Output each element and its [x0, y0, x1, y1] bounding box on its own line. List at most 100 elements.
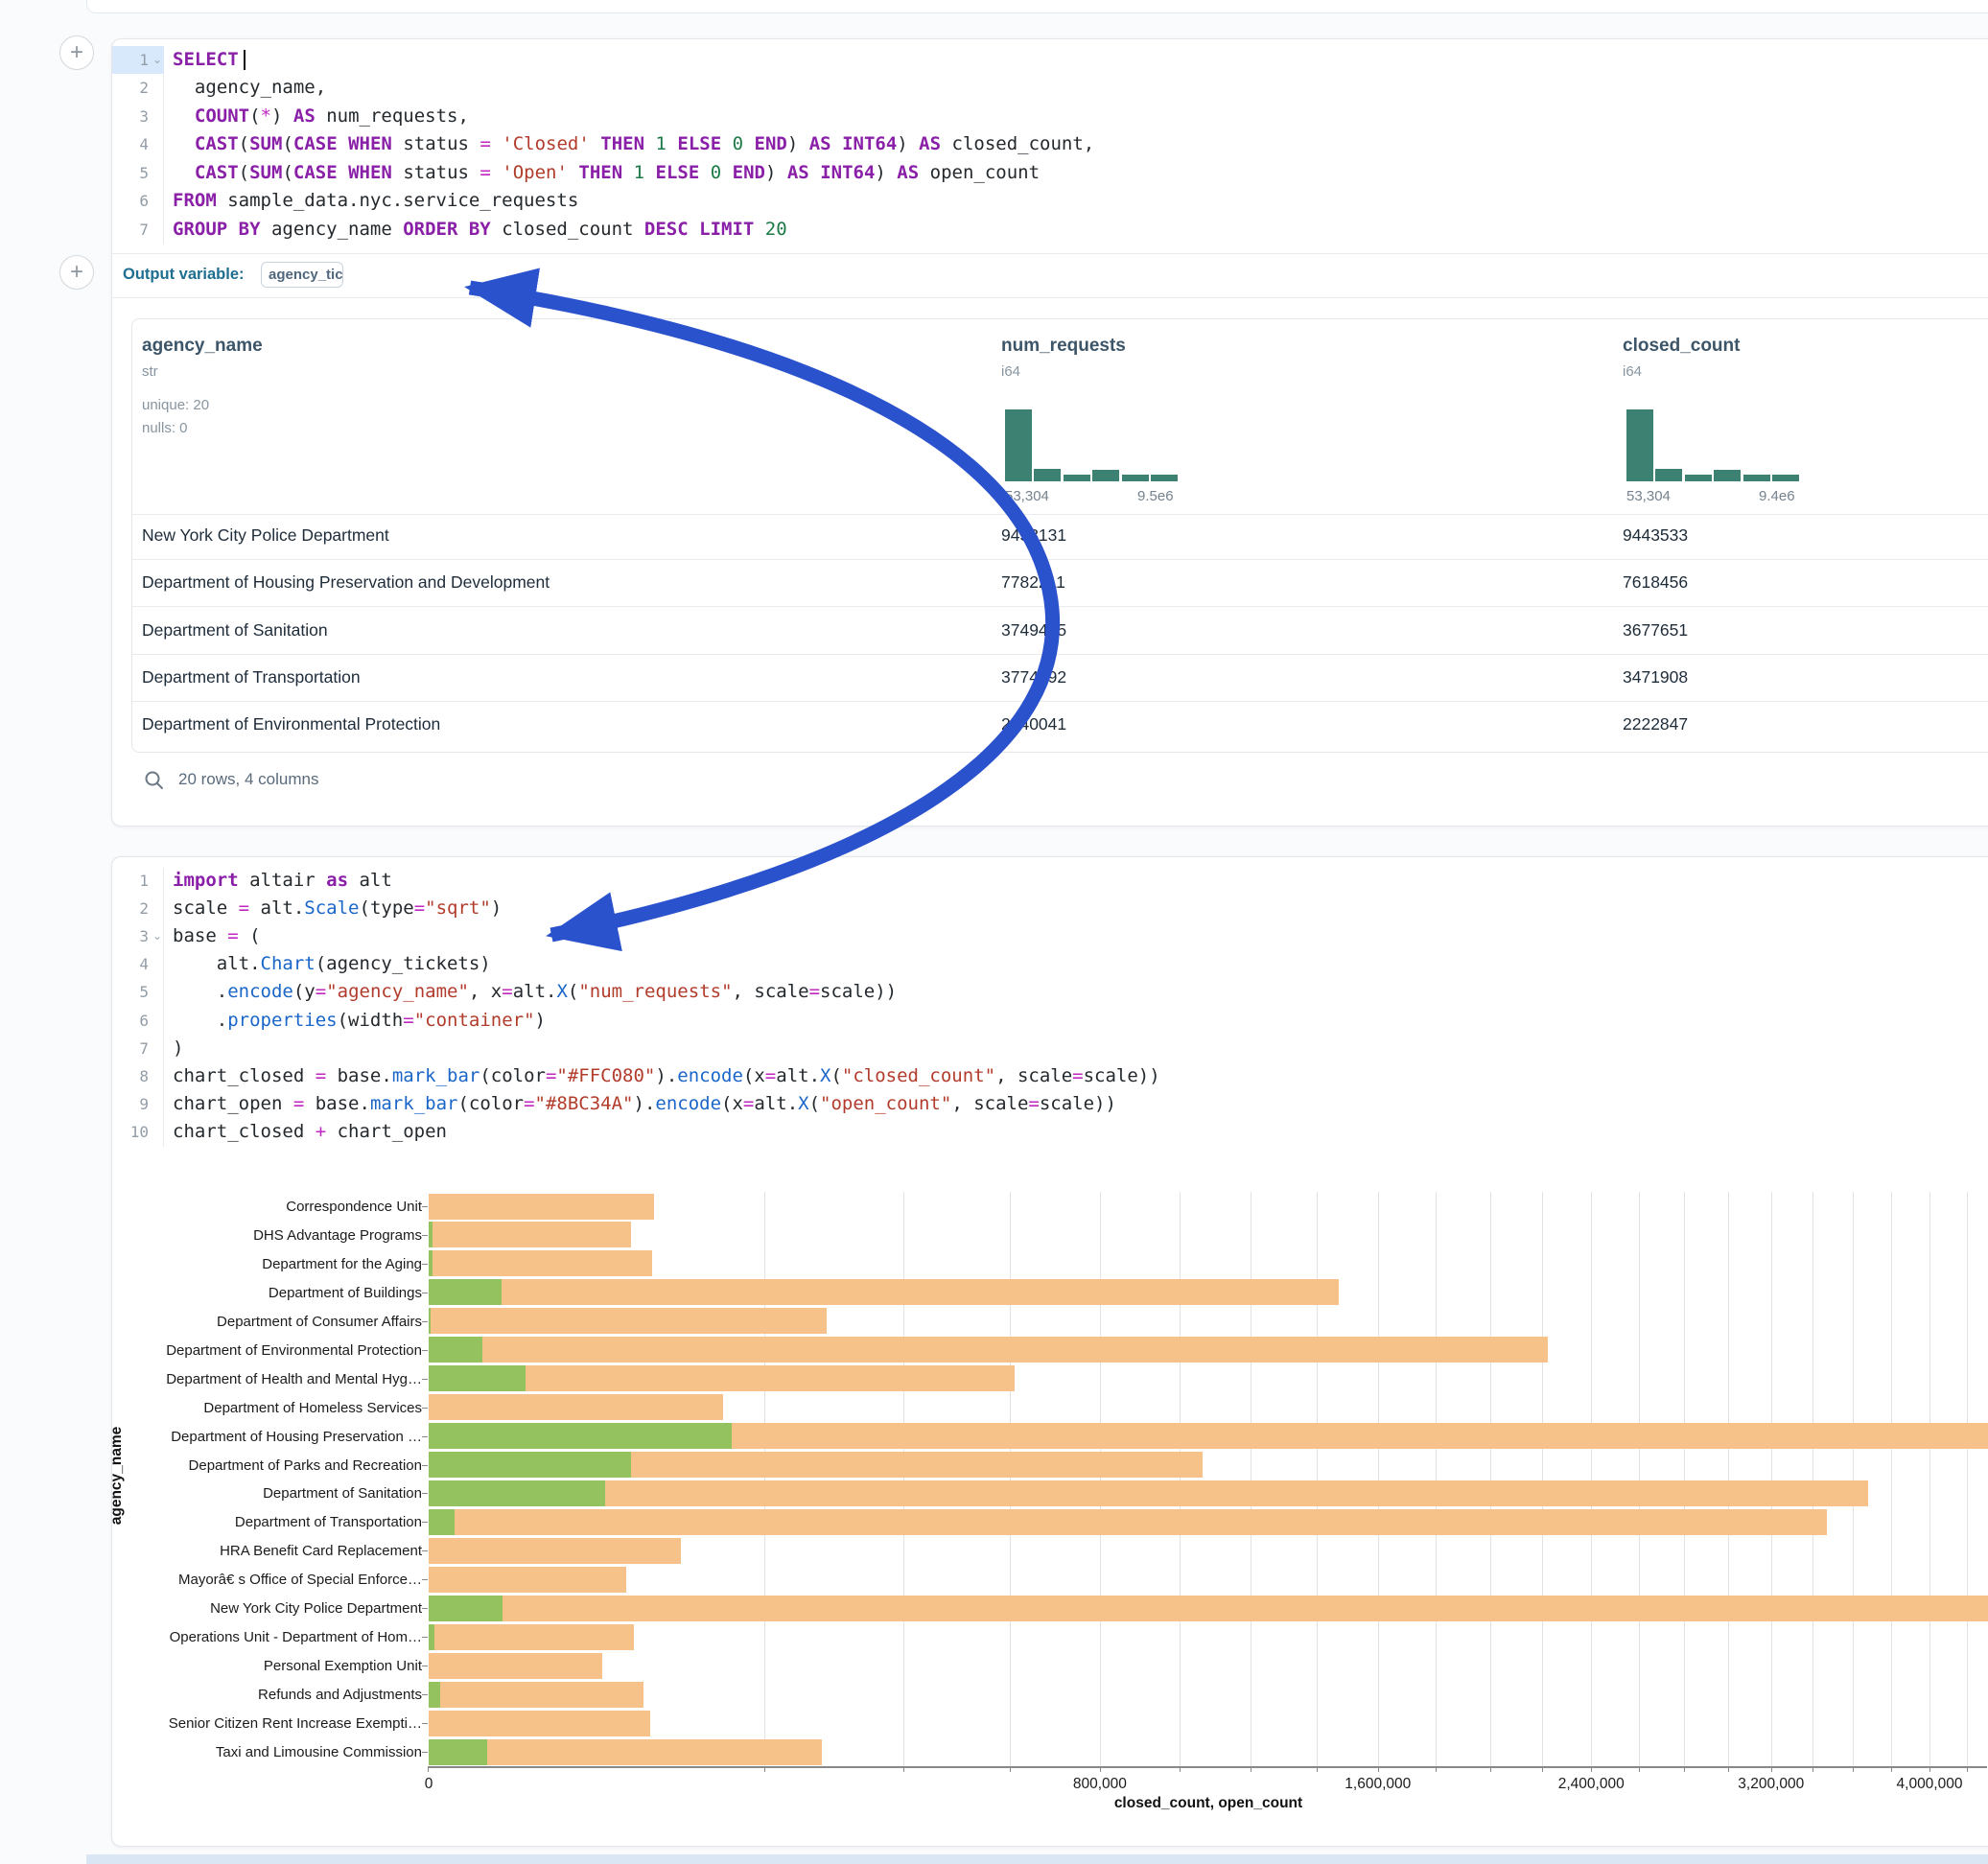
- bar-closed: [429, 1739, 822, 1765]
- code-token: Chart: [261, 953, 316, 974]
- code-line: alt.Chart(agency_tickets): [173, 950, 491, 978]
- gutter-separator: [163, 46, 164, 245]
- table-row-divider: [132, 559, 1988, 560]
- code-token: LIMIT: [699, 219, 754, 240]
- code-token: [644, 162, 655, 183]
- code-line: agency_name,: [173, 74, 326, 102]
- code-token: [173, 133, 195, 154]
- line-number: 4: [112, 950, 149, 978]
- x-axis-tick: [428, 1766, 429, 1772]
- code-token: 1: [634, 162, 644, 183]
- column-meta: unique: 20: [142, 397, 209, 413]
- code-token: "#FFC080": [556, 1065, 655, 1086]
- code-token: CAST: [195, 162, 239, 183]
- bar-open: [429, 1222, 433, 1247]
- code-token: closed_count: [491, 219, 644, 240]
- column-header[interactable]: num_requests: [1001, 336, 1126, 357]
- code-token: (: [239, 162, 249, 183]
- y-axis-category-label: Department of Buildings: [96, 1285, 422, 1301]
- code-token: X: [798, 1093, 808, 1114]
- code-token: =: [1072, 1065, 1083, 1086]
- search-icon[interactable]: [144, 770, 165, 791]
- table-cell-closed-count: 2222847: [1623, 714, 1688, 734]
- code-token: =: [403, 1010, 413, 1031]
- collapse-chevron-icon[interactable]: ⌄: [150, 46, 165, 74]
- y-axis-tick: [422, 1522, 428, 1523]
- code-token: , scale: [995, 1065, 1072, 1086]
- code-token: altair: [239, 870, 327, 891]
- histogram-bar: [1655, 469, 1682, 481]
- code-token: [644, 133, 655, 154]
- column-header[interactable]: closed_count: [1623, 336, 1740, 357]
- y-axis-tick: [422, 1493, 428, 1494]
- code-token: agency_name,: [173, 77, 326, 98]
- code-token: , scale: [951, 1093, 1028, 1114]
- code-token: "#8BC34A": [535, 1093, 634, 1114]
- table-row-divider: [132, 654, 1988, 655]
- code-line: import altair as alt: [173, 867, 392, 895]
- code-token: "open_count": [820, 1093, 951, 1114]
- bar-open: [429, 1739, 487, 1765]
- code-token: THEN: [578, 162, 622, 183]
- code-line: base = (: [173, 922, 261, 950]
- code-token: ELSE: [677, 133, 721, 154]
- code-token: num_requests,: [316, 105, 469, 127]
- histogram-bar: [1626, 409, 1653, 481]
- add-cell-button-top[interactable]: +: [59, 35, 94, 70]
- bar-closed: [429, 1394, 723, 1420]
- y-axis-category-label: Correspondence Unit: [96, 1199, 422, 1215]
- code-token: (: [282, 133, 292, 154]
- line-number: 1: [112, 867, 149, 895]
- chart-gridline: [1853, 1192, 1854, 1766]
- histogram-bar: [1772, 475, 1799, 481]
- chart-gridline: [903, 1192, 904, 1766]
- code-token: properties: [227, 1010, 337, 1031]
- table-cell-num-requests: 7782211: [1001, 572, 1065, 592]
- collapse-chevron-icon[interactable]: ⌄: [150, 922, 165, 950]
- output-variable-pill[interactable]: agency_tickets: [261, 262, 343, 288]
- bar-open: [429, 1509, 455, 1535]
- column-type: i64: [1001, 363, 1020, 380]
- code-token: (: [239, 925, 261, 946]
- add-cell-button-output[interactable]: +: [59, 255, 94, 290]
- code-token: alt: [348, 870, 392, 891]
- code-token: =: [316, 1065, 326, 1086]
- column-header[interactable]: agency_name: [142, 336, 263, 357]
- bar-open: [429, 1365, 526, 1391]
- code-token: chart_open: [173, 1093, 293, 1114]
- code-token: X: [820, 1065, 830, 1086]
- code-token: =: [479, 162, 490, 183]
- chart-gridline: [1967, 1192, 1968, 1766]
- chart-gridline: [1010, 1192, 1011, 1766]
- y-axis-category-label: Department for the Aging: [96, 1256, 422, 1272]
- line-number: 6: [112, 187, 149, 215]
- table-cell-agency: Department of Environmental Protection: [142, 714, 440, 734]
- code-token: ): [897, 133, 919, 154]
- table-cell-agency: New York City Police Department: [142, 525, 389, 545]
- y-axis-tick: [422, 1436, 428, 1437]
- code-token: ): [173, 1037, 183, 1059]
- code-token: ): [535, 1010, 546, 1031]
- code-token: =: [524, 1093, 534, 1114]
- text-cursor: [244, 50, 246, 70]
- code-token: (: [830, 1065, 841, 1086]
- code-token: mark_bar: [370, 1093, 458, 1114]
- y-axis-tick: [422, 1637, 428, 1638]
- code-token: 0: [711, 162, 721, 183]
- histogram-bar: [1714, 470, 1741, 481]
- y-axis-category-label: Department of Homeless Services: [96, 1400, 422, 1416]
- table-cell-closed-count: 3677651: [1623, 620, 1688, 640]
- code-token: SUM: [249, 133, 282, 154]
- x-axis-domain-line: [428, 1766, 1987, 1768]
- code-token: X: [556, 981, 567, 1002]
- bar-open: [429, 1423, 732, 1449]
- code-token: =: [765, 1065, 776, 1086]
- code-token: "num_requests": [578, 981, 732, 1002]
- chart-gridline: [1378, 1192, 1379, 1766]
- code-token: [338, 162, 348, 183]
- code-token: [622, 162, 633, 183]
- code-token: (x: [721, 1093, 743, 1114]
- code-token: (x: [743, 1065, 765, 1086]
- code-token: [721, 133, 732, 154]
- next-cell-edge: [86, 1854, 1988, 1864]
